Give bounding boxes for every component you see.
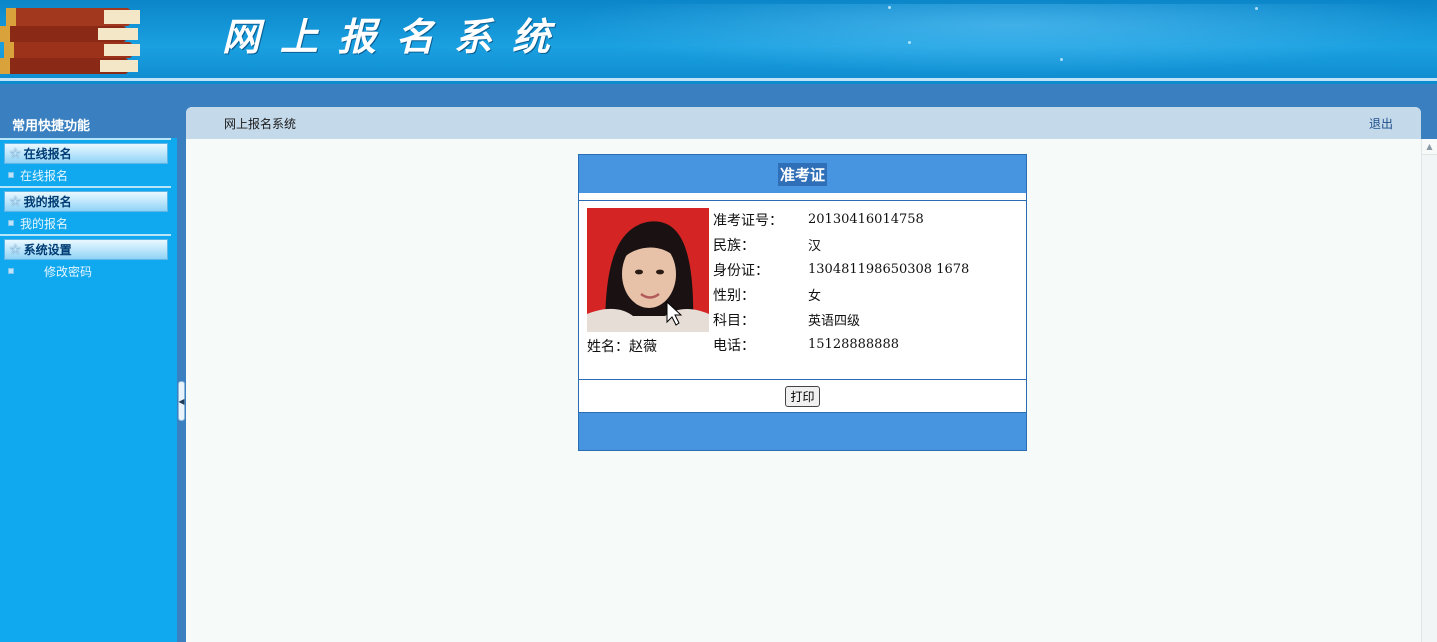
ticket-body: 姓名：赵薇 准考证号： 20130416014758 民族： 汉 身份证： 13… — [579, 200, 1026, 380]
field-value: 20130416014758 — [808, 212, 924, 227]
scroll-up-arrow-icon[interactable]: ▲ — [1422, 139, 1437, 155]
field-label: 科目： — [713, 312, 755, 329]
books-icon — [0, 8, 140, 74]
name-value: 赵薇 — [629, 339, 657, 355]
divider — [0, 138, 171, 140]
sidebar-item-label: 在线报名 — [20, 168, 69, 183]
field-ticket-number: 准考证号： 20130416014758 — [713, 207, 969, 232]
field-id-card: 身份证： 130481198650308 1678 — [713, 257, 969, 282]
chevron-left-icon: ◀ — [178, 396, 185, 406]
field-label: 电话： — [713, 337, 755, 354]
sidebar: 常用快捷功能 ☆ 在线报名 在线报名 ☆ 我的报名 我的报名 ☆ 系统设置 修改… — [0, 84, 177, 642]
field-value: 英语四级 — [808, 314, 861, 329]
sidebar-group-my-signup[interactable]: ☆ 我的报名 — [4, 191, 168, 212]
logout-link[interactable]: 退出 — [1369, 115, 1393, 132]
field-ethnicity: 民族： 汉 — [713, 232, 969, 257]
candidate-photo — [587, 208, 709, 332]
vertical-scrollbar[interactable]: ▲ — [1421, 139, 1437, 642]
admission-ticket: 准考证 姓名：赵薇 准考证号： 20130416014758 民族： 汉 身份证… — [578, 154, 1027, 451]
bullet-icon — [8, 172, 14, 178]
main-topbar: 网上报名系统 退出 — [186, 107, 1421, 139]
divider — [0, 234, 171, 236]
star-icon: ☆ — [9, 193, 22, 210]
field-value: 15128888888 — [808, 337, 899, 352]
ticket-actions: 打印 — [579, 381, 1026, 412]
sidebar-title: 常用快捷功能 — [0, 84, 177, 138]
header-banner: 网上报名系统 — [0, 0, 1437, 84]
field-subject: 科目： 英语四级 — [713, 307, 969, 332]
bullet-icon — [8, 220, 14, 226]
star-icon: ☆ — [9, 241, 22, 258]
sidebar-group-label: 系统设置 — [23, 243, 72, 257]
sidebar-item-my-signup[interactable]: 我的报名 — [0, 212, 177, 234]
sidebar-group-label: 在线报名 — [23, 147, 72, 161]
sidebar-group-settings[interactable]: ☆ 系统设置 — [4, 239, 168, 260]
sidebar-splitter — [177, 84, 186, 642]
sidebar-group-label: 我的报名 — [23, 195, 72, 209]
field-gender: 性别： 女 — [713, 282, 969, 307]
ticket-fields: 准考证号： 20130416014758 民族： 汉 身份证： 13048119… — [713, 207, 969, 357]
sidebar-group-online-signup[interactable]: ☆ 在线报名 — [4, 143, 168, 164]
field-label: 民族： — [713, 237, 755, 254]
print-button[interactable]: 打印 — [785, 386, 820, 407]
collapse-sidebar-handle[interactable]: ◀ — [178, 381, 185, 421]
app-title: 网上报名系统 — [222, 14, 571, 59]
banner-glow — [560, 4, 1437, 74]
field-phone: 电话： 15128888888 — [713, 332, 969, 357]
sidebar-item-label: 我的报名 — [20, 216, 69, 231]
name-label: 姓名： — [587, 339, 629, 355]
field-label: 性别： — [713, 287, 755, 304]
sidebar-item-online-signup[interactable]: 在线报名 — [0, 164, 177, 186]
ticket-header: 准考证 — [579, 155, 1026, 193]
field-label: 身份证： — [713, 262, 769, 279]
sidebar-item-label: 修改密码 — [44, 264, 93, 279]
divider — [0, 186, 171, 188]
ticket-footer — [579, 412, 1026, 450]
ticket-title: 准考证 — [777, 162, 827, 186]
field-value: 女 — [808, 289, 822, 304]
star-icon: ☆ — [9, 145, 22, 162]
sidebar-item-change-password[interactable]: 修改密码 — [0, 260, 177, 282]
field-label: 准考证号： — [713, 212, 783, 229]
breadcrumb: 网上报名系统 — [224, 116, 297, 131]
candidate-name: 姓名：赵薇 — [587, 336, 657, 356]
bullet-icon — [8, 268, 14, 274]
field-value: 汉 — [808, 239, 822, 254]
field-value: 130481198650308 1678 — [808, 262, 970, 277]
